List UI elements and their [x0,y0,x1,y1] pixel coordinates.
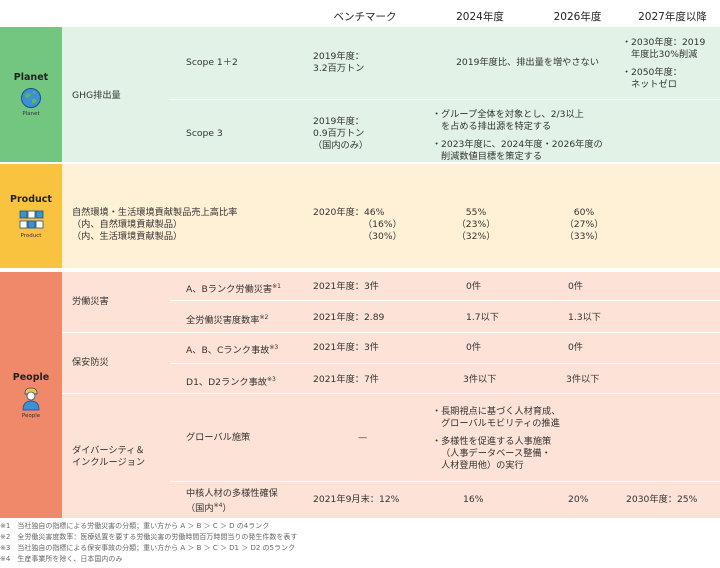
header-benchmark: ベンチマーク [333,11,397,23]
safety-r2-2024: 3件以下 [463,374,497,385]
ghg-label: GHG排出量 [72,90,121,101]
safety-label: 保安防災 [72,357,109,368]
safety-r2-2026: 3件以下 [566,374,600,385]
people-divider [170,363,720,364]
footnotes: ※1 当社独自の指標による労働災害の分類；重い方から A ＞ B ＞ C ＞ D… [0,521,297,565]
people-label: People People [0,272,62,518]
footnote-1: ※1 当社独自の指標による労働災害の分類；重い方から A ＞ B ＞ C ＞ D… [0,522,270,530]
person-icon [22,387,40,410]
scope3-label: Scope 3 [186,128,223,139]
product-metric-label: 自然環境・生活環境貢献製品売上高比率 （内、自然環境貢献製品） （内、生活環境貢… [72,207,238,242]
labor-r1-label: A、Bランク労働災害※1 [186,283,281,296]
boxes-icon [19,210,44,228]
planet-icon-label: Planet [22,111,40,117]
footnote-4: ※4 生産事業所を除く、日本国内のみ [0,555,123,563]
people-icon-label: People [21,412,41,419]
people-divider [170,481,720,482]
scope3-targets: グループ全体を対象とし、2/3以上 を占める排出源を特定する 2023年度に、2… [432,109,603,163]
labor-r2-benchmark: 2021年度：2.89 [313,312,385,323]
safety-r1-label: A、B、Cランク事故※3 [186,344,279,357]
labor-r2-label: 全労働災害度数率※2 [186,314,269,327]
scope12-benchmark: 2019年度： 3.2百万トン [313,51,365,74]
product-title: Product [10,193,52,205]
planet-divider [170,99,720,100]
header-2024: 2024年度 [456,11,504,23]
header-2027: 2027年度以降 [638,11,707,23]
labor-r1-2024: 0件 [466,281,482,292]
planet-title: Planet [13,72,49,83]
core-talent-2027: 2030年度：25% [626,494,698,505]
safety-r2-benchmark: 2021年度：7件 [313,374,379,385]
product-2026: 60% （27%） （33%） [564,207,604,242]
people-title: People [12,371,50,383]
diversity-label: ダイバーシティ＆ インクルージョン [72,445,146,468]
core-talent-label: 中核人材の多様性確保 （国内※4） [186,488,278,515]
scope12-label: Scope 1＋2 [186,57,238,68]
people-divider [62,393,720,394]
footnote-3: ※3 当社独自の指標による保安事故の分類；重い方から A ＞ B ＞ C ＞ D… [0,544,295,552]
people-divider [62,332,720,333]
labor-r1-benchmark: 2021年度：3件 [313,281,379,292]
labor-r2-2026: 1.3以下 [568,312,601,323]
safety-r1-2024: 0件 [466,342,482,353]
scope12-target-2027: 2030年度：2019 年度比30%削減 2050年度： ネットゼロ [622,37,705,91]
planet-section: Planet Planet GHG排出量 Scope 1＋2 2019年度： 3… [0,27,720,162]
safety-r1-benchmark: 2021年度：3件 [313,342,379,353]
labor-accident-label: 労働災害 [72,296,109,307]
labor-r2-2024: 1.7以下 [466,312,499,323]
safety-r2-label: D1、D2ランク事故※3 [186,376,276,389]
global-measures-targets: 長期視点に基づく人材育成、 グローバルモビリティの推進 多様性を促進する人事施策… [432,406,560,472]
product-2024: 55% （23%） （32%） [456,207,496,242]
labor-r1-2026: 0件 [568,281,584,292]
scope12-target-2024-2026: 2019年度比、排出量を増やさない [456,57,599,68]
core-talent-2026: 20% [568,494,589,505]
product-label: Product Product [0,164,62,268]
product-benchmark: 2020年度：46% （16%） （30%） [313,207,402,242]
safety-r1-2026: 0件 [568,342,584,353]
planet-label: Planet Planet [0,27,62,162]
core-talent-2024: 16% [463,494,484,505]
header-2026: 2026年度 [553,11,602,23]
global-measures-benchmark: — [358,432,368,443]
people-divider [170,300,720,301]
product-icon-label: Product [20,232,42,239]
product-section: Product Product 自然環境・生活環境貢献製品売上高比率 （内、自然… [0,164,720,268]
footnote-2: ※2 全労働災害度数率：医療処置を要する労働災害の労働時間百万時間当りの発生件数… [0,533,298,541]
core-talent-benchmark: 2021年9月末：12% [313,494,400,505]
people-section: People People 労働災害 A、Bランク労働災害※1 2021年度：3… [0,272,720,518]
global-measures-label: グローバル施策 [186,432,251,443]
globe-icon [21,88,41,108]
scope3-benchmark: 2019年度： 0.9百万トン （国内のみ） [313,116,369,151]
